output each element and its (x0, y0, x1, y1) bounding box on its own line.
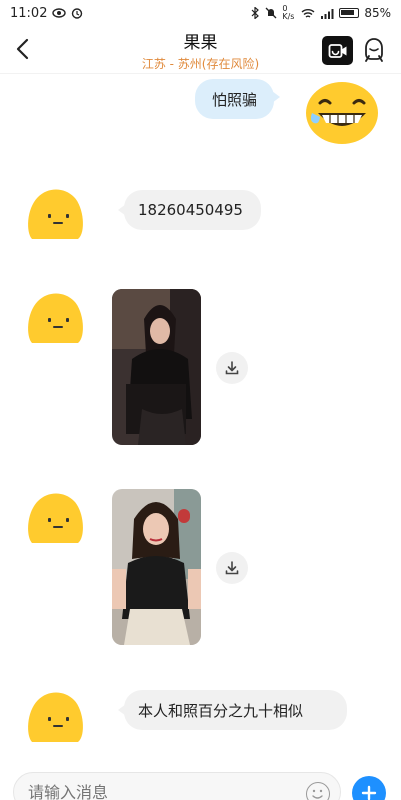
message-input-bar (0, 766, 401, 800)
image-message[interactable] (112, 289, 201, 445)
network-speed: 0 K/s (282, 4, 295, 21)
message-bubble-incoming[interactable]: 本人和照百分之九十相似 (118, 690, 347, 730)
alarm-icon (72, 8, 83, 19)
message-input[interactable] (13, 772, 341, 800)
download-button[interactable] (216, 352, 248, 384)
contact-avatar[interactable] (24, 688, 86, 748)
download-button[interactable] (216, 552, 248, 584)
video-call-icon (328, 43, 346, 58)
header-divider (0, 73, 401, 74)
grinning-sweat-emoji[interactable] (304, 77, 380, 145)
eye-icon (52, 8, 67, 18)
message-text: 怕照骗 (211, 90, 257, 109)
chat-header: 果果 江苏 - 苏州(存在风险) (0, 26, 401, 74)
contact-avatar[interactable] (24, 289, 86, 349)
battery-level: 85% (364, 6, 391, 20)
message-bubble-incoming[interactable]: 18260450495 (118, 190, 261, 230)
contact-avatar[interactable] (24, 489, 86, 549)
bluetooth-icon (251, 7, 260, 19)
emoji-icon (312, 789, 323, 799)
image-message[interactable] (112, 489, 201, 645)
emoji-button[interactable] (306, 782, 330, 800)
plus-icon (361, 785, 377, 800)
download-icon (225, 561, 239, 575)
status-bar: 11:02 0 K/s 85% (0, 0, 401, 26)
signal-icon (321, 8, 334, 19)
message-bubble-outgoing[interactable]: 怕照骗 (195, 79, 280, 119)
bubble-tail (272, 91, 280, 103)
message-text: 本人和照百分之九十相似 (138, 701, 304, 720)
battery-icon (339, 8, 360, 18)
mute-icon (265, 7, 277, 19)
bubble-tail (118, 704, 126, 716)
plus-button[interactable] (352, 776, 386, 800)
bubble-tail (118, 204, 126, 216)
wifi-icon (301, 8, 315, 18)
profile-icon (365, 38, 383, 62)
download-icon (225, 361, 239, 375)
message-text: 18260450495 (138, 201, 243, 219)
profile-button[interactable] (361, 36, 387, 64)
status-time: 11:02 (10, 5, 48, 21)
video-call-button[interactable] (322, 36, 353, 65)
contact-avatar[interactable] (24, 185, 86, 245)
